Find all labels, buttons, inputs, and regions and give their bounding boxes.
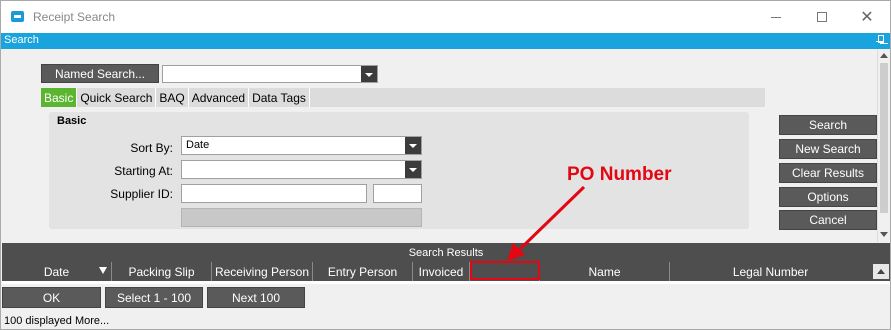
supplier-id-label: Supplier ID:: [110, 187, 173, 201]
named-search-dropdown[interactable]: [162, 65, 378, 83]
window-title: Receipt Search: [33, 10, 116, 24]
chevron-down-icon[interactable]: [361, 66, 377, 82]
supplier-name-display: [181, 208, 422, 227]
search-tabs: Basic Quick Search BAQ Advanced Data Tag…: [41, 88, 765, 107]
search-results-header: Search Results: [2, 243, 890, 262]
starting-at-dropdown[interactable]: [181, 160, 422, 179]
named-search-button[interactable]: Named Search...: [41, 64, 159, 83]
maximize-icon: [817, 12, 827, 22]
pin-icon[interactable]: [876, 35, 884, 45]
maximize-button[interactable]: [800, 1, 844, 33]
panel-scrollbar[interactable]: [877, 49, 890, 242]
scroll-thumb[interactable]: [880, 63, 888, 213]
search-button[interactable]: Search: [779, 115, 877, 135]
chevron-down-icon[interactable]: [405, 137, 421, 154]
column-header-label: Date: [43, 264, 70, 279]
chevron-down-icon[interactable]: [405, 161, 421, 178]
receipt-search-window: Receipt Search ✕ Search Named Search... …: [0, 0, 891, 330]
title-bar: Receipt Search ✕: [1, 1, 890, 33]
column-header-date[interactable]: Date: [2, 262, 112, 281]
basic-group-title: Basic: [57, 115, 87, 127]
column-header-receiving-person[interactable]: Receiving Person: [212, 262, 313, 281]
column-header-label: Legal Number: [732, 264, 809, 279]
status-text[interactable]: 100 displayed More...: [4, 315, 109, 327]
close-icon: ✕: [860, 9, 874, 26]
tab-baq[interactable]: BAQ: [156, 88, 189, 107]
select-range-button[interactable]: Select 1 - 100: [105, 287, 203, 308]
options-button[interactable]: Options: [779, 187, 877, 207]
tab-basic[interactable]: Basic: [41, 88, 78, 107]
minimize-icon: [771, 16, 781, 18]
tab-data-tags[interactable]: Data Tags: [249, 88, 310, 107]
scroll-up-icon[interactable]: [880, 53, 888, 58]
grid-scroll-up-icon[interactable]: [873, 264, 889, 279]
supplier-id-secondary-field[interactable]: [373, 184, 422, 203]
column-header-packing-slip[interactable]: Packing Slip: [112, 262, 212, 281]
starting-at-label: Starting At:: [114, 164, 173, 178]
column-header-invoiced[interactable]: Invoiced: [413, 262, 470, 281]
results-grid-header: Date Packing Slip Receiving Person Entry…: [2, 262, 890, 281]
column-header-label: Packing Slip: [128, 264, 195, 279]
new-search-button[interactable]: New Search: [779, 139, 877, 159]
column-header-entry-person[interactable]: Entry Person: [313, 262, 413, 281]
sort-by-value: Date: [186, 139, 210, 151]
scroll-down-icon[interactable]: [880, 232, 888, 237]
column-header-name[interactable]: Name: [540, 262, 670, 281]
clear-results-button[interactable]: Clear Results: [779, 163, 877, 183]
supplier-id-field[interactable]: [181, 184, 367, 203]
column-header-label: Invoiced: [418, 264, 464, 279]
minimize-button[interactable]: [754, 1, 798, 33]
column-header-label: Name: [588, 264, 621, 279]
app-icon: [11, 11, 24, 22]
tab-quick-search[interactable]: Quick Search: [77, 88, 157, 107]
column-header-legal-number[interactable]: Legal Number: [670, 262, 871, 281]
column-header-label: Entry Person: [327, 264, 398, 279]
cancel-button[interactable]: Cancel: [779, 210, 877, 230]
results-grid-body: [2, 281, 890, 284]
sort-by-dropdown[interactable]: Date: [181, 136, 422, 155]
next-page-button[interactable]: Next 100: [207, 287, 305, 308]
column-header-label: Receiving Person: [214, 264, 310, 279]
search-panel-label: Search: [4, 34, 39, 46]
sort-by-label: Sort By:: [130, 141, 173, 155]
ok-button[interactable]: OK: [2, 287, 101, 308]
annotation-label: PO Number: [567, 164, 672, 185]
search-panel-header: Search: [1, 33, 890, 49]
close-button[interactable]: ✕: [845, 1, 889, 33]
tab-advanced[interactable]: Advanced: [189, 88, 250, 107]
annotation-highlight-box: [470, 261, 540, 280]
filter-icon[interactable]: [99, 267, 107, 274]
